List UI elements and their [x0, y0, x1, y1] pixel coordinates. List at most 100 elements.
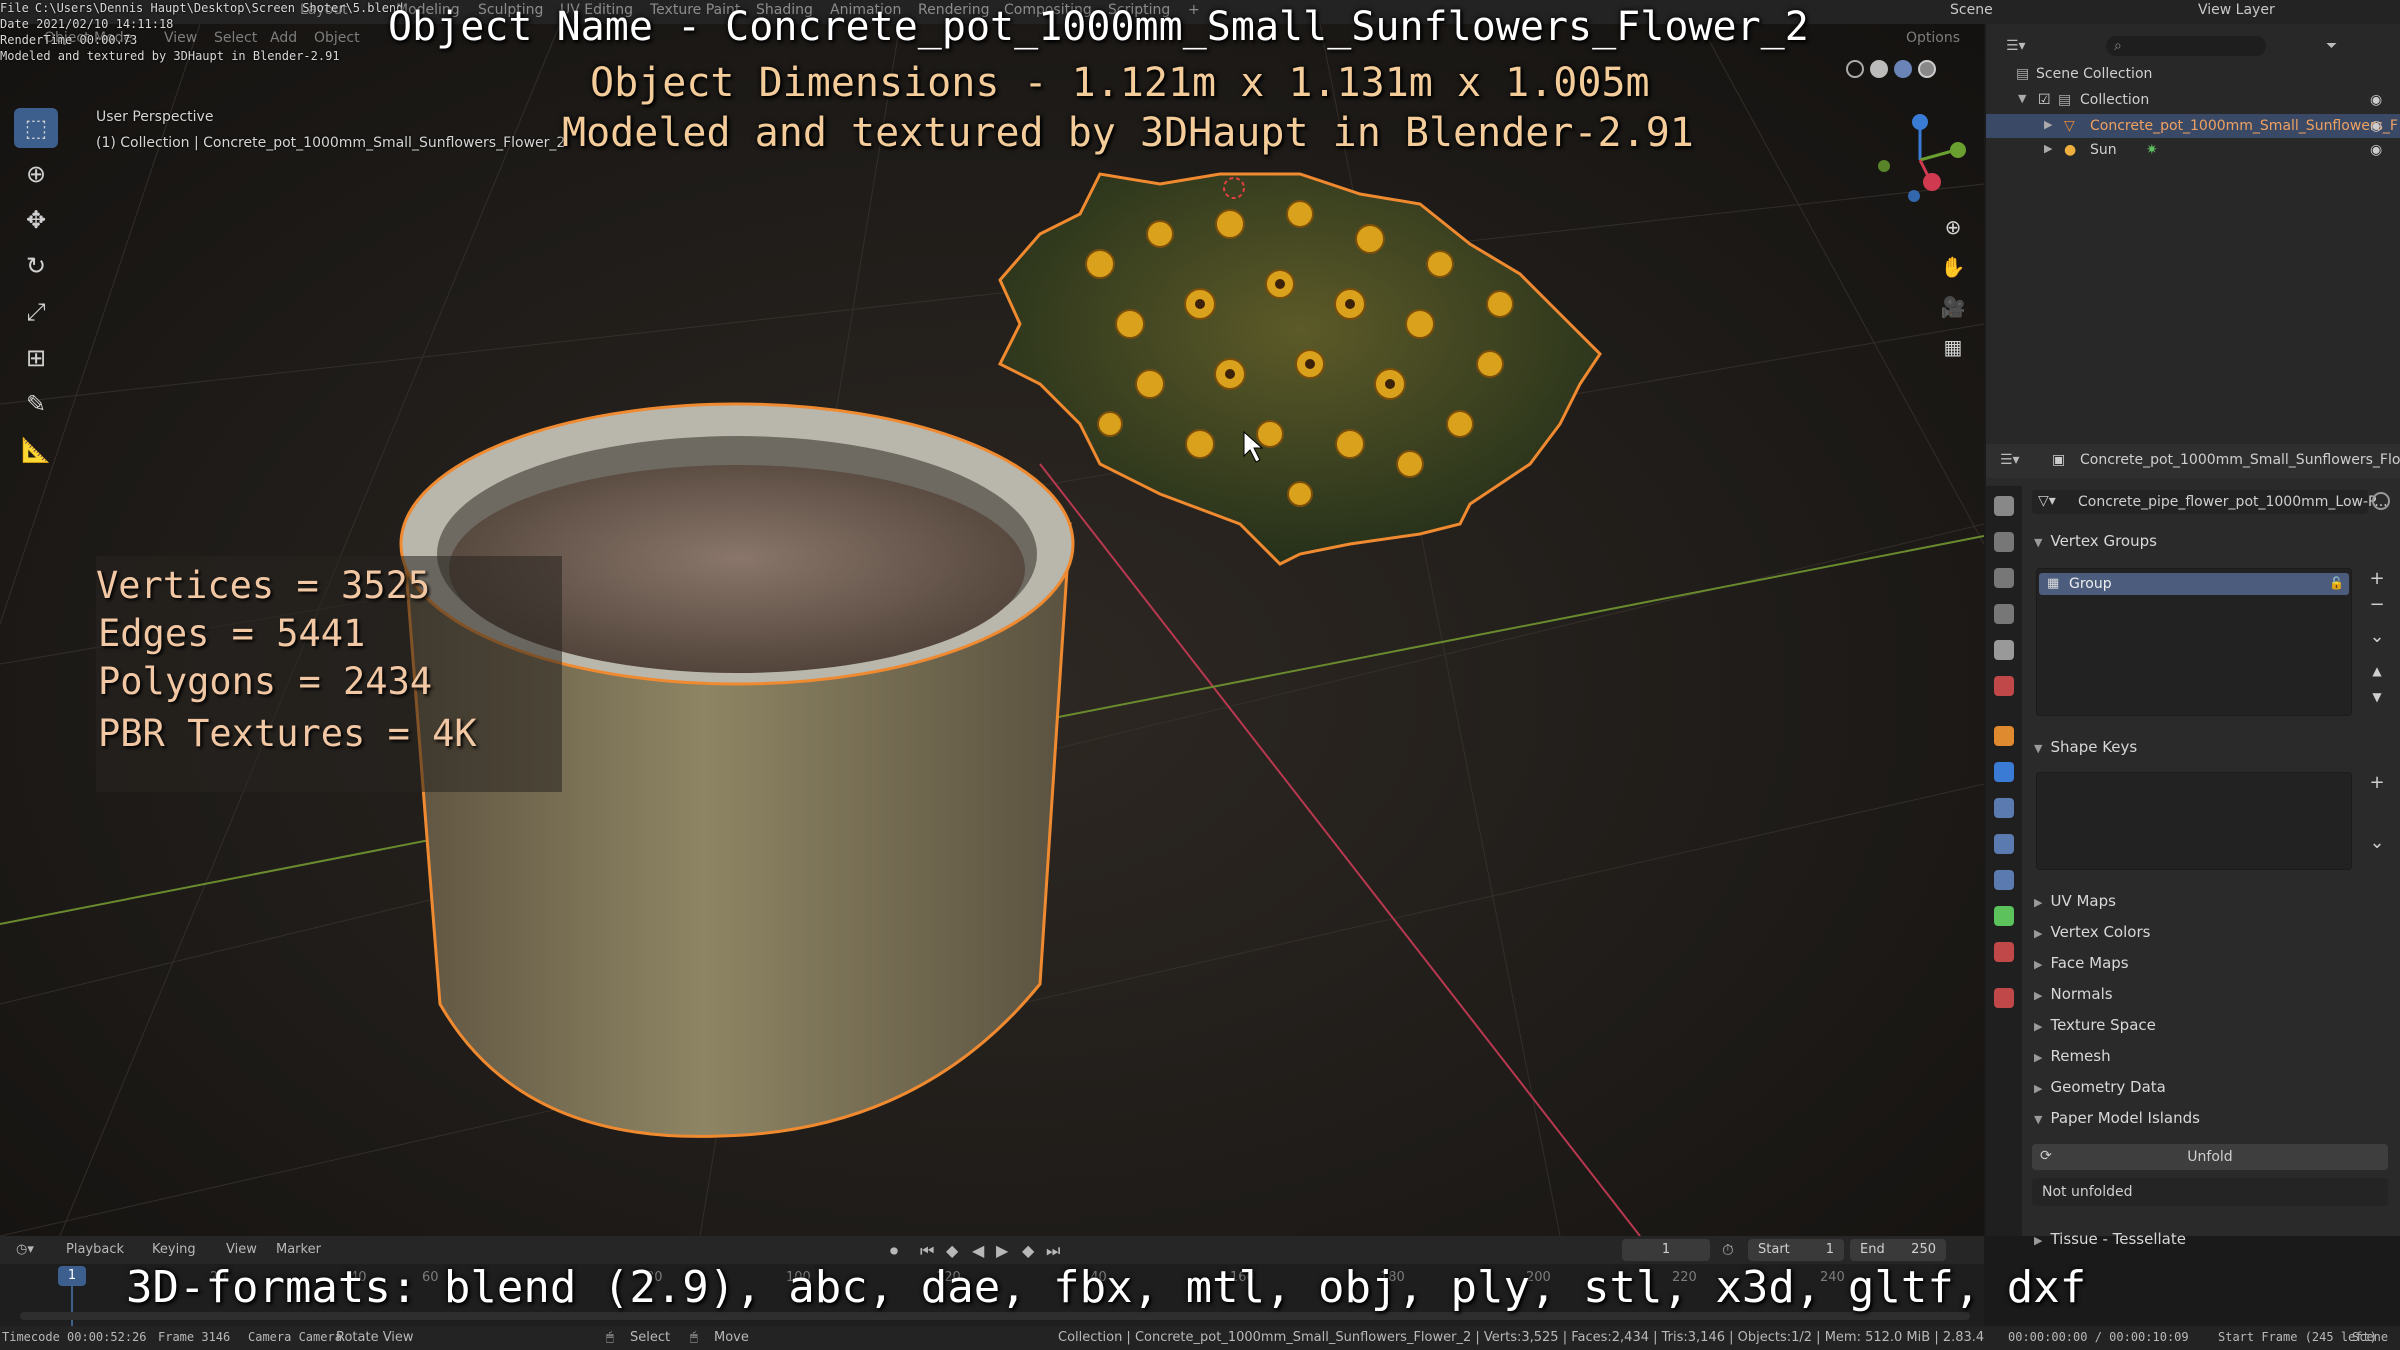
mesh-data-tab-icon[interactable] — [1994, 906, 2014, 926]
timeline-scrollbar[interactable] — [20, 1312, 1970, 1320]
playhead[interactable]: 1 — [58, 1266, 86, 1286]
add-shape-key-button[interactable]: + — [2366, 772, 2388, 794]
move-tool[interactable]: ✥ — [14, 200, 58, 240]
start-frame-field[interactable]: Start 1 — [1748, 1239, 1844, 1261]
checkbox-icon[interactable]: ☑ — [2038, 92, 2051, 108]
view-menu[interactable]: View — [226, 1242, 257, 1257]
outliner-item-pot[interactable]: ▶ ▽ Concrete_pot_1000mm_Small_Sunflowers… — [1986, 114, 2400, 138]
scene-tab-icon[interactable] — [1994, 640, 2014, 660]
render-tab-icon[interactable] — [1994, 532, 2014, 552]
add-vertex-group-button[interactable]: + — [2366, 568, 2388, 590]
tool-shelf: ⬚ ⊕ ✥ ↻ ⤢ ⊞ ✎ 📐 — [14, 108, 58, 476]
shape-keys-list[interactable] — [2036, 772, 2352, 870]
jump-start-icon[interactable]: ⏮ — [920, 1241, 934, 1261]
view-layer-tab-icon[interactable] — [1994, 604, 2014, 624]
shading-buttons[interactable] — [1846, 60, 1954, 82]
stopwatch-icon[interactable]: ⏱ — [1722, 1241, 1734, 1259]
transform-tool[interactable]: ⊞ — [14, 338, 58, 378]
record-icon[interactable]: ⏺ — [890, 1241, 898, 1261]
move-down-icon[interactable]: ▼ — [2366, 686, 2388, 708]
editor-type-icon[interactable]: ☰▾ — [2000, 452, 2020, 468]
section-uv-maps[interactable]: ▶ UV Maps — [2034, 892, 2116, 910]
vertex-groups-list[interactable]: ▦ Group 🔓 — [2036, 568, 2352, 716]
remove-vertex-group-button[interactable]: − — [2366, 594, 2388, 616]
prev-keyframe-icon[interactable]: ◆ — [946, 1241, 958, 1260]
visibility-eye-icon[interactable]: ◉ — [2370, 142, 2382, 158]
camera-view-icon[interactable]: 🎥 — [1936, 290, 1970, 324]
pan-hand-icon[interactable]: ✋ — [1936, 250, 1970, 284]
orthographic-grid-icon[interactable]: ▦ — [1936, 330, 1970, 364]
vertex-group-specials-icon[interactable]: ⌄ — [2366, 626, 2388, 648]
solid-shading-icon[interactable] — [1870, 60, 1888, 78]
select-box-tool[interactable]: ⬚ — [14, 108, 58, 148]
output-tab-icon[interactable] — [1994, 568, 2014, 588]
outliner-item-sun[interactable]: ▶ ● Sun ✷ ◉ — [1986, 138, 2400, 162]
unfold-button[interactable]: ⟳ Unfold — [2032, 1144, 2388, 1170]
scene-selector[interactable]: Scene — [1950, 2, 1993, 18]
chevron-right-icon[interactable]: ▶ — [2044, 118, 2052, 131]
wireframe-shading-icon[interactable] — [1846, 60, 1864, 78]
rendered-shading-icon[interactable] — [1918, 60, 1936, 78]
timeline-editor-icon[interactable]: ◷▾ — [16, 1242, 34, 1257]
view-layer-selector[interactable]: View Layer — [2198, 2, 2275, 18]
outliner-search-input[interactable] — [2106, 36, 2266, 56]
constraints-tab-icon[interactable] — [1994, 870, 2014, 890]
texture-tab-icon[interactable] — [1994, 988, 2014, 1008]
current-frame-field[interactable]: 1 — [1622, 1239, 1710, 1261]
keying-menu[interactable]: Keying — [152, 1242, 196, 1257]
section-geometry-data[interactable]: ▶ Geometry Data — [2034, 1078, 2166, 1096]
filter-icon[interactable]: ⏷ — [2326, 38, 2337, 54]
physics-tab-icon[interactable] — [1994, 834, 2014, 854]
object-tab-icon[interactable] — [1994, 726, 2014, 746]
zoom-icon[interactable]: ⊕ — [1936, 210, 1970, 244]
marker-menu[interactable]: Marker — [276, 1242, 321, 1257]
section-paper-model-islands[interactable]: ▼ Paper Model Islands — [2034, 1109, 2200, 1127]
playback-menu[interactable]: Playback — [66, 1242, 124, 1257]
modifier-tab-icon[interactable] — [1994, 762, 2014, 782]
overlay-modeled-by: Modeled and textured by 3DHaupt in Blend… — [562, 110, 1694, 156]
outliner-collection[interactable]: ▼ ☑ ▤ Collection ◉ — [1986, 88, 2400, 112]
burnin-timecode: Timecode 00:00:52:26 — [2, 1330, 147, 1344]
jump-end-icon[interactable]: ⏭ — [1046, 1241, 1060, 1261]
section-remesh[interactable]: ▶ Remesh — [2034, 1047, 2111, 1065]
options-menu[interactable]: Options — [1906, 30, 1960, 46]
lock-icon[interactable]: 🔓 — [2329, 576, 2344, 590]
play-reverse-icon[interactable]: ◀ — [972, 1241, 984, 1260]
section-face-maps[interactable]: ▶ Face Maps — [2034, 954, 2129, 972]
section-texture-space[interactable]: ▶ Texture Space — [2034, 1016, 2156, 1034]
annotate-tool[interactable]: ✎ — [14, 384, 58, 424]
chevron-down-icon[interactable]: ▼ — [2018, 92, 2026, 105]
mesh-datablock-field[interactable]: ▽▾ Concrete_pipe_flower_pot_1000mm_Low-P… — [2032, 490, 2388, 514]
rotate-tool[interactable]: ↻ — [14, 246, 58, 286]
move-up-icon[interactable]: ▲ — [2366, 660, 2388, 682]
section-normals[interactable]: ▶ Normals — [2034, 985, 2113, 1003]
material-shading-icon[interactable] — [1894, 60, 1912, 78]
section-tissue-tessellate[interactable]: ▶ Tissue - Tessellate — [2034, 1230, 2186, 1248]
shape-key-specials-icon[interactable]: ⌄ — [2366, 832, 2388, 854]
vertex-group-item[interactable]: ▦ Group 🔓 — [2039, 573, 2349, 595]
vertex-groups-header[interactable]: ▼ Vertex Groups — [2034, 532, 2157, 550]
chevron-right-icon[interactable]: ▶ — [2044, 142, 2052, 155]
tool-tab-icon[interactable] — [1994, 496, 2014, 516]
outliner-scene-collection[interactable]: ▤ Scene Collection — [1986, 62, 2400, 86]
display-mode-icon[interactable]: ☰▾ — [2006, 38, 2026, 54]
visibility-eye-icon[interactable]: ◉ — [2370, 118, 2382, 134]
properties-object-name: Concrete_pot_1000mm_Small_Sunflowers_Flo… — [2080, 452, 2400, 468]
scale-tool[interactable]: ⤢ — [14, 292, 58, 332]
particles-tab-icon[interactable] — [1994, 798, 2014, 818]
end-frame-field[interactable]: End 250 — [1850, 1239, 1946, 1261]
navigation-gizmo[interactable] — [1870, 110, 1970, 210]
play-icon[interactable]: ▶ — [996, 1241, 1008, 1260]
section-vertex-colors[interactable]: ▶ Vertex Colors — [2034, 923, 2150, 941]
measure-tool[interactable]: 📐 — [14, 430, 58, 470]
visibility-eye-icon[interactable]: ◉ — [2370, 92, 2382, 108]
status-bar: Timecode 00:00:52:26 Frame 3146 Camera C… — [0, 1326, 2400, 1350]
fake-user-shield-icon[interactable] — [2372, 492, 2390, 510]
next-keyframe-icon[interactable]: ◆ — [1022, 1241, 1034, 1260]
material-tab-icon[interactable] — [1994, 942, 2014, 962]
cursor-tool[interactable]: ⊕ — [14, 154, 58, 194]
world-tab-icon[interactable] — [1994, 676, 2014, 696]
sun-data-icon: ✷ — [2146, 142, 2158, 158]
overlay-object-name: Object Name - Concrete_pot_1000mm_Small_… — [388, 4, 1809, 50]
shape-keys-header[interactable]: ▼ Shape Keys — [2034, 738, 2137, 756]
